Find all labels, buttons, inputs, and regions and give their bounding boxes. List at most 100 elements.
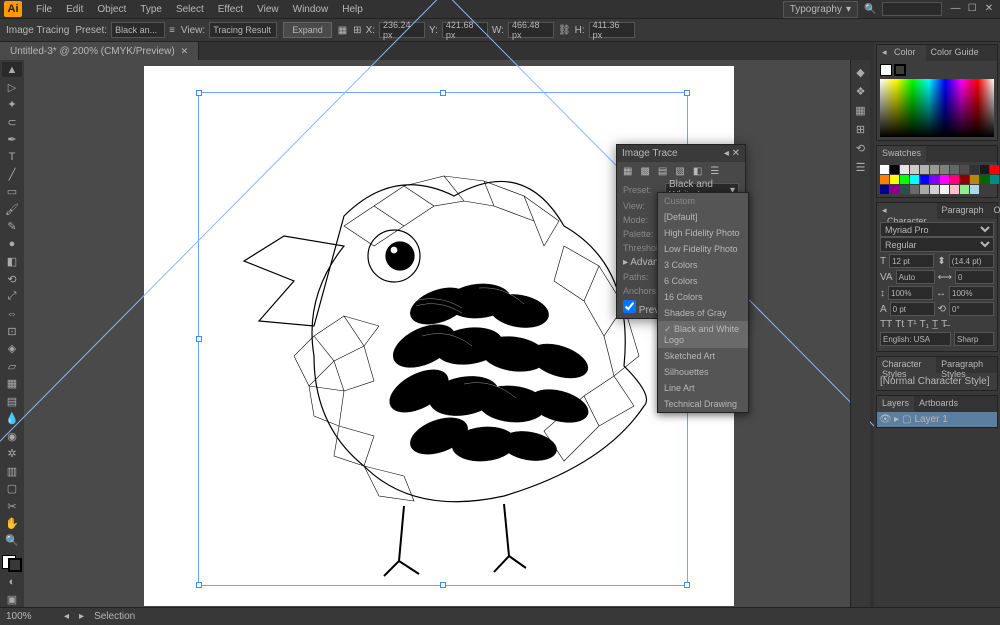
- grayscale-icon[interactable]: ▧: [675, 166, 684, 177]
- link-icon[interactable]: ⛓: [558, 25, 571, 36]
- preset-option[interactable]: Sketched Art: [658, 348, 748, 364]
- strike-icon[interactable]: T̶: [941, 319, 947, 330]
- tab-artboards[interactable]: Artboards: [914, 396, 963, 412]
- gradient-tool[interactable]: ▤: [2, 394, 22, 409]
- tab-opentype[interactable]: OpenType: [989, 203, 1000, 219]
- preset-option[interactable]: Black and White Logo: [658, 321, 748, 348]
- preset-option[interactable]: Custom: [658, 193, 748, 209]
- nav-prev-icon[interactable]: ◂: [64, 611, 69, 622]
- panel-icon[interactable]: ▦: [855, 104, 865, 117]
- swatch[interactable]: [910, 175, 919, 184]
- rotate-tool[interactable]: ⟲: [2, 271, 22, 286]
- menu-window[interactable]: Window: [287, 2, 335, 17]
- tracking-field[interactable]: 0: [955, 270, 994, 284]
- swatch[interactable]: [940, 175, 949, 184]
- workspace-switcher[interactable]: Typography▾: [783, 1, 858, 18]
- preset-option[interactable]: 6 Colors: [658, 273, 748, 289]
- preset-option[interactable]: Line Art: [658, 380, 748, 396]
- tab-layers[interactable]: Layers: [877, 396, 914, 412]
- slice-tool[interactable]: ✂: [2, 498, 22, 513]
- tab-swatches[interactable]: Swatches: [877, 146, 926, 162]
- low-color-icon[interactable]: ▤: [658, 166, 667, 177]
- swatch[interactable]: [880, 165, 889, 174]
- handle-br[interactable]: [684, 582, 690, 588]
- paintbrush-tool[interactable]: 🖌: [2, 202, 22, 217]
- tab-paragraph[interactable]: Paragraph: [937, 203, 989, 219]
- swatch[interactable]: [930, 165, 939, 174]
- artboard-tool[interactable]: ▢: [2, 481, 22, 496]
- menu-select[interactable]: Select: [170, 2, 210, 17]
- preset-option[interactable]: Technical Drawing: [658, 396, 748, 412]
- swatch[interactable]: [920, 165, 929, 174]
- eyedropper-tool[interactable]: 💧: [2, 411, 22, 426]
- layer-row[interactable]: 👁▸▢Layer 1: [877, 412, 997, 427]
- maximize-button[interactable]: ☐: [965, 3, 979, 15]
- direct-selection-tool[interactable]: ▷: [2, 79, 22, 94]
- tab-para-styles[interactable]: Paragraph Styles: [936, 357, 997, 373]
- search-input[interactable]: [882, 2, 942, 16]
- width-tool[interactable]: ⇔: [2, 306, 22, 321]
- tab-char-styles[interactable]: Character Styles: [877, 357, 936, 373]
- preset-option[interactable]: 16 Colors: [658, 289, 748, 305]
- expand-button[interactable]: Expand: [283, 22, 332, 38]
- shape-builder-tool[interactable]: ◈: [2, 341, 22, 356]
- graph-tool[interactable]: ▥: [2, 463, 22, 478]
- symbol-sprayer-tool[interactable]: ✲: [2, 446, 22, 461]
- swatch[interactable]: [900, 185, 909, 194]
- outline-icon[interactable]: ☰: [710, 166, 719, 177]
- swatch[interactable]: [980, 165, 989, 174]
- preset-option[interactable]: Silhouettes: [658, 364, 748, 380]
- panel-icon[interactable]: ❖: [856, 85, 866, 98]
- swatch[interactable]: [910, 185, 919, 194]
- underline-icon[interactable]: T̲: [932, 319, 938, 330]
- sub-icon[interactable]: T₁: [920, 319, 929, 330]
- handle-tc[interactable]: [440, 90, 446, 96]
- rotation-field[interactable]: 0°: [949, 302, 994, 316]
- preset-menu-icon[interactable]: ≡: [169, 25, 175, 36]
- auto-color-icon[interactable]: ▦: [623, 166, 632, 177]
- lasso-tool[interactable]: ⊂: [2, 114, 22, 129]
- high-color-icon[interactable]: ▩: [640, 166, 649, 177]
- bw-icon[interactable]: ◧: [693, 166, 702, 177]
- language-dropdown[interactable]: English: USA: [880, 332, 951, 346]
- handle-bl[interactable]: [196, 582, 202, 588]
- handle-bc[interactable]: [440, 582, 446, 588]
- menu-effect[interactable]: Effect: [212, 2, 249, 17]
- caps-icon[interactable]: TT: [880, 319, 892, 330]
- swatch[interactable]: [970, 185, 979, 194]
- font-family-dropdown[interactable]: Myriad Pro: [880, 222, 994, 237]
- magic-wand-tool[interactable]: ✦: [2, 97, 22, 112]
- handle-tl[interactable]: [196, 90, 202, 96]
- rectangle-tool[interactable]: ▭: [2, 184, 22, 199]
- swatch[interactable]: [900, 175, 909, 184]
- menu-edit[interactable]: Edit: [60, 2, 89, 17]
- h-field[interactable]: 411.36 px: [589, 22, 635, 38]
- zoom-tool[interactable]: 🔍: [2, 533, 22, 548]
- hscale-field[interactable]: 100%: [949, 286, 994, 300]
- draw-mode[interactable]: ◐: [2, 574, 22, 589]
- panel-close-icon[interactable]: ◂ ✕: [724, 148, 740, 159]
- close-button[interactable]: ✕: [982, 3, 996, 15]
- pencil-tool[interactable]: ✎: [2, 219, 22, 234]
- menu-file[interactable]: File: [30, 2, 58, 17]
- zoom-field[interactable]: 100%: [6, 611, 54, 622]
- swatch[interactable]: [950, 165, 959, 174]
- fill-stroke-swatch[interactable]: [2, 555, 22, 572]
- swatch[interactable]: [890, 185, 899, 194]
- swatch[interactable]: [960, 175, 969, 184]
- trace-panel-icon[interactable]: ▦: [338, 25, 347, 36]
- super-icon[interactable]: T¹: [907, 319, 916, 330]
- style-item[interactable]: [Normal Character Style]: [880, 376, 994, 387]
- leading-field[interactable]: (14.4 pt): [949, 254, 994, 268]
- panel-icon[interactable]: ◆: [856, 66, 864, 79]
- nav-next-icon[interactable]: ▸: [79, 611, 84, 622]
- type-tool[interactable]: T: [2, 149, 22, 164]
- free-transform-tool[interactable]: ⊡: [2, 324, 22, 339]
- menu-help[interactable]: Help: [336, 2, 369, 17]
- handle-ml[interactable]: [196, 336, 202, 342]
- panel-icon[interactable]: ☰: [856, 161, 866, 174]
- font-size-field[interactable]: 12 pt: [889, 254, 934, 268]
- swatch[interactable]: [910, 165, 919, 174]
- tab-color-guide[interactable]: Color Guide: [926, 45, 984, 61]
- document-tab[interactable]: Untitled-3* @ 200% (CMYK/Preview) ✕: [0, 42, 199, 60]
